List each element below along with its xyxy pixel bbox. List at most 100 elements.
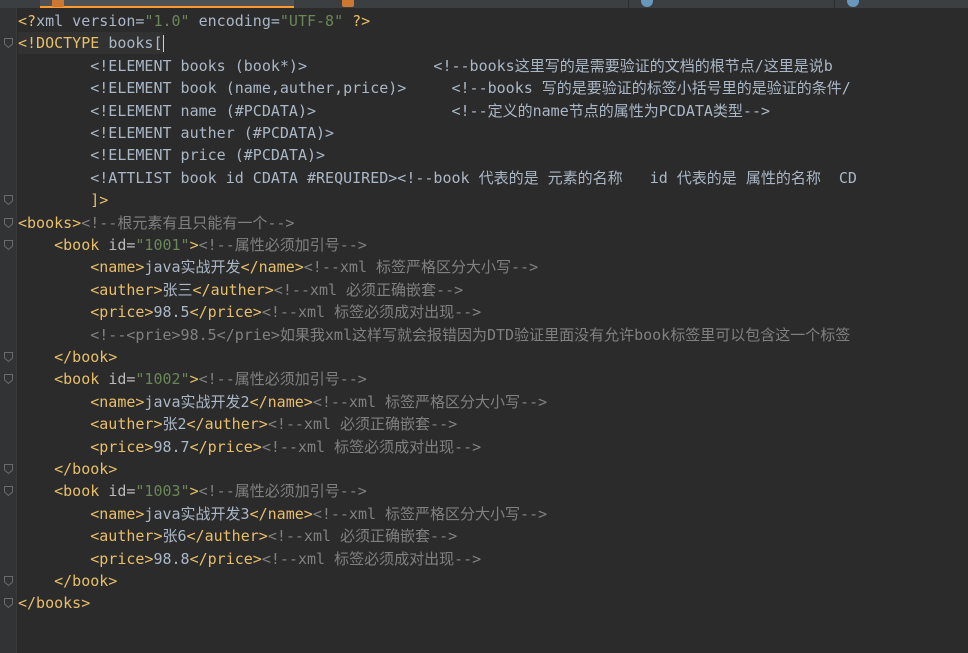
code-line[interactable]: <!ATTLIST book id CDATA #REQUIRED><!--bo… bbox=[18, 167, 857, 189]
code-token: <!--属性必须加引号--> bbox=[198, 482, 367, 501]
code-line[interactable]: </book> bbox=[18, 346, 117, 368]
code-line[interactable]: <auther>张三</auther><!--xml 必须正确嵌套--> bbox=[18, 279, 463, 301]
fold-marker-icon[interactable] bbox=[4, 598, 13, 609]
code-line[interactable]: <!ELEMENT book (name,auther,price)> <!--… bbox=[18, 77, 851, 99]
code-line[interactable]: <name>java实战开发</name><!--xml 标签严格区分大小写--… bbox=[18, 256, 538, 278]
code-token: <book bbox=[18, 370, 109, 389]
fold-marker-icon[interactable] bbox=[4, 352, 13, 362]
fold-marker-icon[interactable] bbox=[4, 576, 13, 586]
code-line[interactable]: <!--<prie>98.5</prie>如果我xml这样写就会报错因为DTD验… bbox=[18, 324, 850, 346]
code-token: <auther> bbox=[18, 280, 163, 299]
code-token: <!--定义的name节点的属性为PCDATA类型--> bbox=[451, 101, 771, 120]
code-token: <price> bbox=[18, 303, 154, 322]
code-token: <!--books这里写的是需要验证的文档的根节点/这里是说b bbox=[433, 56, 833, 75]
class-icon bbox=[641, 0, 653, 7]
code-token: 张2 bbox=[162, 415, 187, 434]
code-token: <!ELEMENT name (#PCDATA)> bbox=[18, 101, 452, 120]
code-token: <!--xml 标签必须成对出现--> bbox=[261, 303, 482, 322]
code-token: </book> bbox=[18, 572, 118, 590]
code-token: ]> bbox=[18, 191, 109, 210]
code-token: "1.0" bbox=[144, 12, 190, 30]
code-line[interactable]: <price>98.7</price><!--xml 标签必须成对出现--> bbox=[18, 436, 481, 458]
code-token: xml version= bbox=[36, 12, 145, 30]
editor-tab-active[interactable] bbox=[40, 0, 294, 8]
code-token: </price> bbox=[189, 437, 262, 456]
code-token: <!DOCTYPE bbox=[18, 34, 109, 53]
code-token: "1002" bbox=[135, 370, 190, 389]
code-line[interactable]: <name>java实战开发3</name><!--xml 标签严格区分大小写-… bbox=[18, 503, 547, 525]
code-token: > bbox=[189, 236, 199, 254]
code-token: </auther> bbox=[186, 527, 268, 546]
code-line[interactable]: <books><!--根元素有且只能有一个--> bbox=[18, 212, 294, 234]
code-token: <!ATTLIST book id CDATA #REQUIRED><!--bo… bbox=[18, 168, 857, 187]
editor-gutter[interactable] bbox=[0, 8, 17, 653]
code-token: <!ELEMENT price (#PCDATA)> bbox=[18, 146, 326, 165]
code-line[interactable]: <auther>张6</auther><!--xml 必须正确嵌套--> bbox=[18, 525, 457, 547]
text-cursor bbox=[162, 35, 164, 53]
code-token: <!--xml 必须正确嵌套--> bbox=[267, 415, 458, 434]
code-line[interactable]: <book id="1003"><!--属性必须加引号--> bbox=[18, 480, 367, 502]
code-line[interactable]: <!ELEMENT price (#PCDATA)> bbox=[18, 144, 325, 166]
code-line[interactable]: </books> bbox=[18, 592, 90, 614]
editor-tab[interactable] bbox=[834, 0, 968, 8]
editor-tab[interactable] bbox=[628, 0, 829, 8]
code-line[interactable]: <!ELEMENT auther (#PCDATA)> bbox=[18, 122, 334, 144]
code-token: 98.7 bbox=[153, 437, 190, 456]
code-token: </books> bbox=[18, 594, 91, 613]
code-token: id= bbox=[108, 236, 136, 254]
code-line[interactable]: <price>98.5</price><!--xml 标签必须成对出现--> bbox=[18, 301, 481, 323]
code-line[interactable]: </book> bbox=[18, 458, 117, 480]
code-line[interactable]: <auther>张2</auther><!--xml 必须正确嵌套--> bbox=[18, 413, 457, 435]
code-token: <name> bbox=[18, 258, 145, 277]
code-line[interactable]: <?xml version="1.0" encoding="UTF-8" ?> bbox=[18, 10, 370, 32]
code-line[interactable]: <price>98.8</price><!--xml 标签必须成对出现--> bbox=[18, 548, 481, 570]
code-editor[interactable]: <?xml version="1.0" encoding="UTF-8" ?> <… bbox=[18, 10, 968, 653]
code-token: </name> bbox=[249, 392, 313, 411]
fold-marker-icon[interactable] bbox=[4, 374, 13, 385]
code-token: java实战开发2 bbox=[144, 392, 250, 411]
fold-marker-icon[interactable] bbox=[4, 486, 13, 497]
code-token: <price> bbox=[18, 549, 154, 568]
code-token: <name> bbox=[18, 504, 145, 523]
code-token: 98.5 bbox=[153, 303, 190, 322]
editor-tab-strip bbox=[0, 0, 968, 8]
fold-marker-icon[interactable] bbox=[4, 240, 13, 250]
code-token: </name> bbox=[240, 258, 304, 277]
fold-marker-icon[interactable] bbox=[4, 195, 13, 206]
code-token: id= bbox=[108, 482, 136, 501]
code-token: <!--xml 标签严格区分大小写--> bbox=[303, 258, 539, 277]
code-token: <!ELEMENT book (name,auther,price)> bbox=[18, 79, 452, 98]
code-line[interactable]: ]> bbox=[18, 189, 108, 211]
code-token: java实战开发 bbox=[144, 258, 241, 277]
fold-marker-icon[interactable] bbox=[4, 464, 13, 474]
class-icon bbox=[847, 0, 859, 7]
code-token: </auther> bbox=[192, 280, 274, 299]
code-token: <auther> bbox=[18, 527, 163, 546]
code-token: <!--xml 标签必须成对出现--> bbox=[261, 437, 482, 456]
code-token: <auther> bbox=[18, 415, 163, 434]
code-token: </book> bbox=[18, 460, 118, 478]
fold-marker-icon[interactable] bbox=[4, 217, 13, 228]
code-line[interactable]: </book> bbox=[18, 570, 117, 592]
code-line[interactable]: <book id="1002"><!--属性必须加引号--> bbox=[18, 368, 367, 390]
code-token: <!--xml 必须正确嵌套--> bbox=[273, 280, 464, 299]
code-token: > bbox=[189, 370, 199, 389]
code-token: 张三 bbox=[162, 280, 193, 299]
code-token: "UTF-8" bbox=[279, 12, 344, 30]
code-line[interactable]: <book id="1001"><!--属性必须加引号--> bbox=[18, 234, 367, 256]
code-line[interactable]: <!ELEMENT books (book*)> <!--books这里写的是需… bbox=[18, 55, 833, 77]
code-token: > bbox=[189, 482, 199, 501]
code-token: encoding= bbox=[189, 12, 280, 30]
code-line[interactable]: <name>java实战开发2</name><!--xml 标签严格区分大小写-… bbox=[18, 391, 547, 413]
code-token: </book> bbox=[18, 348, 118, 366]
xml-file-icon bbox=[52, 0, 64, 7]
code-token: <book bbox=[18, 482, 109, 501]
code-line[interactable]: <!DOCTYPE books[ bbox=[18, 32, 164, 55]
code-token: <!--<prie>98.5</prie>如果我xml这样写就会报错因为DTD验… bbox=[18, 325, 851, 344]
code-line[interactable]: <!ELEMENT name (#PCDATA)> <!--定义的name节点的… bbox=[18, 100, 770, 122]
code-token: <books> bbox=[18, 213, 82, 232]
code-token: "1003" bbox=[135, 482, 190, 501]
code-token: <!--xml 标签必须成对出现--> bbox=[261, 549, 482, 568]
fold-marker-icon[interactable] bbox=[4, 38, 13, 49]
editor-tab[interactable] bbox=[330, 0, 620, 8]
